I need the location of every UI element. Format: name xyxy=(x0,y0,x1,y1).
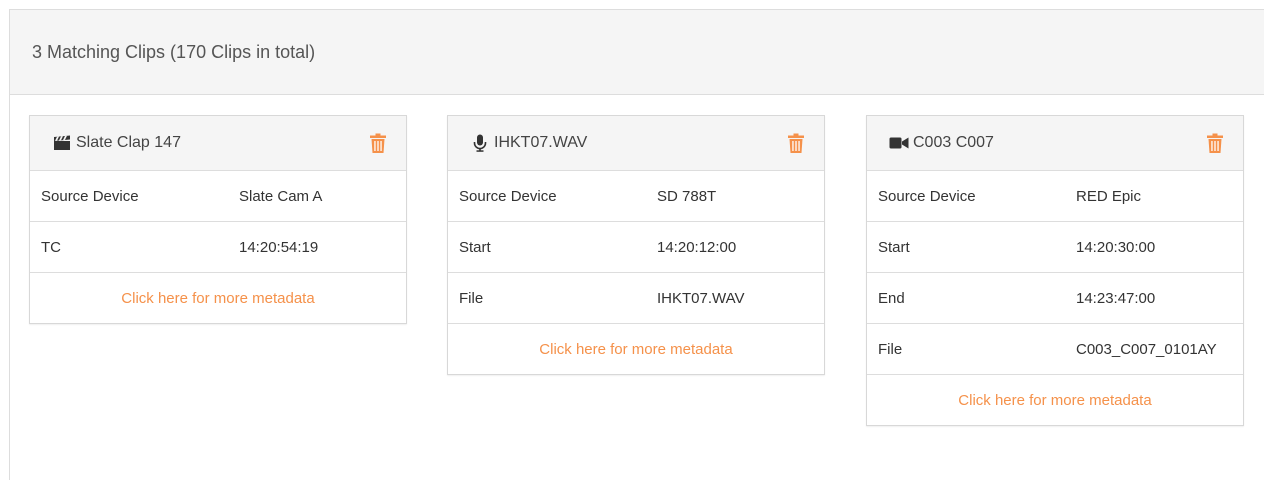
metadata-value: SD 788T xyxy=(657,187,717,205)
metadata-row: Source Device RED Epic xyxy=(867,171,1243,222)
more-metadata-link[interactable]: Click here for more metadata xyxy=(448,324,824,374)
clip-title: Slate Clap 147 xyxy=(76,134,181,151)
trash-icon xyxy=(370,133,386,153)
metadata-key: Source Device xyxy=(878,187,976,205)
metadata-value: C003_C007_0101AY xyxy=(1076,340,1217,358)
clip-title-wrap: IHKT07.WAV xyxy=(470,133,786,153)
metadata-row: Start 14:20:30:00 xyxy=(867,222,1243,273)
metadata-row: File IHKT07.WAV xyxy=(448,273,824,324)
clip-card-audio: IHKT07.WAV Source Device SD 788T Start 1… xyxy=(447,115,825,375)
results-heading: 3 Matching Clips (170 Clips in total) xyxy=(10,10,1264,95)
clip-title: C003 C007 xyxy=(913,134,994,151)
clip-card-slate: Slate Clap 147 Source Device Slate Cam A… xyxy=(29,115,407,324)
metadata-key: Source Device xyxy=(459,187,557,205)
video-camera-icon xyxy=(889,133,909,153)
metadata-value: 14:20:54:19 xyxy=(239,238,319,256)
delete-clip-button[interactable] xyxy=(368,132,388,154)
metadata-key: Source Device xyxy=(41,187,139,205)
metadata-key: File xyxy=(459,289,484,307)
metadata-key: Start xyxy=(459,238,491,256)
clip-card-header: IHKT07.WAV xyxy=(448,116,824,171)
metadata-row: TC 14:20:54:19 xyxy=(30,222,406,273)
metadata-value: 14:20:30:00 xyxy=(1076,238,1156,256)
metadata-value: 14:20:12:00 xyxy=(657,238,737,256)
clip-title-wrap: Slate Clap 147 xyxy=(52,133,368,153)
matching-clips-title: 3 Matching Clips (170 Clips in total) xyxy=(32,41,316,62)
metadata-value: RED Epic xyxy=(1076,187,1142,205)
metadata-key: TC xyxy=(41,238,61,256)
clip-card-header: C003 C007 xyxy=(867,116,1243,171)
metadata-value: Slate Cam A xyxy=(239,187,323,205)
delete-clip-button[interactable] xyxy=(786,132,806,154)
results-panel: 3 Matching Clips (170 Clips in total) Sl… xyxy=(9,9,1264,480)
metadata-row: End 14:23:47:00 xyxy=(867,273,1243,324)
metadata-key: Start xyxy=(878,238,910,256)
clip-card-video: C003 C007 Source Device RED Epic Start 1… xyxy=(866,115,1244,426)
trash-icon xyxy=(1207,133,1223,153)
delete-clip-button[interactable] xyxy=(1205,132,1225,154)
metadata-row: File C003_C007_0101AY xyxy=(867,324,1243,375)
clip-card-header: Slate Clap 147 xyxy=(30,116,406,171)
clip-title-wrap: C003 C007 xyxy=(889,133,1205,153)
metadata-key: File xyxy=(878,340,903,358)
trash-icon xyxy=(788,133,804,153)
metadata-value: 14:23:47:00 xyxy=(1076,289,1156,307)
clapperboard-icon xyxy=(52,133,72,153)
more-metadata-link[interactable]: Click here for more metadata xyxy=(867,375,1243,425)
metadata-row: Start 14:20:12:00 xyxy=(448,222,824,273)
more-metadata-link[interactable]: Click here for more metadata xyxy=(30,273,406,323)
microphone-icon xyxy=(470,133,490,153)
clip-title: IHKT07.WAV xyxy=(494,134,588,151)
metadata-value: IHKT07.WAV xyxy=(657,289,745,307)
metadata-key: End xyxy=(878,289,905,307)
metadata-row: Source Device Slate Cam A xyxy=(30,171,406,222)
metadata-row: Source Device SD 788T xyxy=(448,171,824,222)
